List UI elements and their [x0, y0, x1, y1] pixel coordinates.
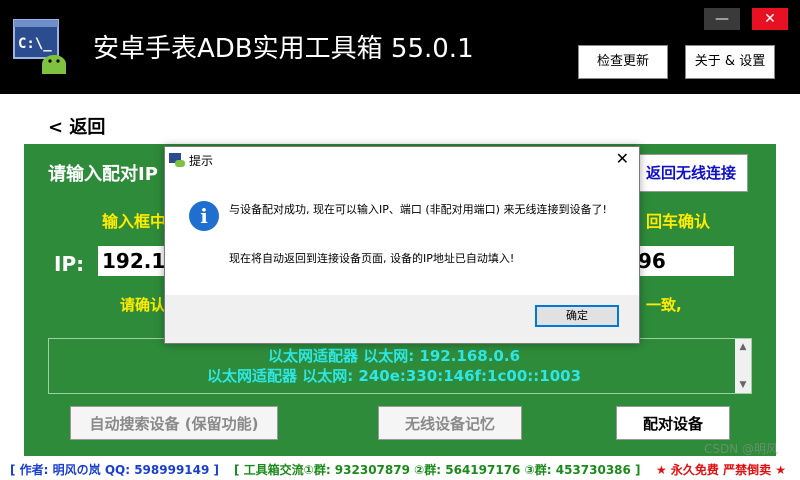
close-window-button[interactable]: ✕ — [752, 8, 788, 30]
adapter-line: 以太网适配器 以太网: 192.168.0.6 — [267, 347, 521, 365]
check-update-button[interactable]: 检查更新 — [578, 45, 668, 79]
dialog-message: 现在将自动返回到连接设备页面, 设备的IP地址已自动填入! — [229, 252, 515, 265]
scroll-down-icon[interactable]: ▼ — [735, 377, 751, 393]
info-icon: i — [189, 201, 219, 231]
terminal-android-icon: C:\_ — [12, 16, 70, 74]
svg-text:C:\_: C:\_ — [18, 36, 52, 52]
dialog-footer: 确定 — [165, 295, 639, 343]
title-bar: C:\_ 安卓手表ADB实用工具箱 55.0.1 — ✕ 检查更新 关于 & 设… — [0, 0, 800, 94]
app-small-icon — [169, 152, 185, 167]
scrollbar[interactable]: ▲ ▼ — [735, 339, 751, 393]
dialog-title-bar: 提示 ✕ — [165, 147, 639, 173]
dialog-close-icon[interactable]: ✕ — [616, 149, 629, 168]
prompt-label: 请输入配对IP — [48, 164, 158, 185]
input-hint-right: 回车确认 — [646, 212, 711, 231]
dialog-title: 提示 — [189, 154, 214, 168]
adapter-line: 以太网适配器 以太网: 240e:330:146f:1c00::1003 — [206, 367, 582, 385]
input-hint-left: 输入框中 — [102, 212, 167, 231]
ip-label: IP: — [54, 252, 85, 276]
back-link[interactable]: < 返回 — [48, 113, 105, 139]
free-notice: ★ 永久免费 严禁倒卖 ★ — [656, 463, 787, 477]
auto-search-button[interactable]: 自动搜索设备 (保留功能) — [70, 406, 278, 440]
author-info: [ 作者: 明风の岚 QQ: 598999149 ] — [10, 463, 220, 477]
confirm-hint-left: 请确认 — [120, 296, 166, 314]
return-wireless-button[interactable]: 返回无线连接 — [634, 154, 748, 192]
watermark: CSDN @明风 — [704, 442, 779, 456]
group-info: [ 工具箱交流①群: 932307879 ②群: 564197176 ③群: 4… — [234, 463, 641, 477]
minimize-button[interactable]: — — [704, 8, 740, 30]
dialog-message: 与设备配对成功, 现在可以输入IP、端口 (非配对用端口) 来无线连接到设备了! — [229, 203, 607, 216]
port-input[interactable]: 96 — [634, 246, 734, 276]
ok-button[interactable]: 确定 — [535, 305, 619, 327]
device-memory-button[interactable]: 无线设备记忆 — [378, 406, 522, 440]
about-settings-button[interactable]: 关于 & 设置 — [685, 45, 775, 79]
adapter-list[interactable]: 以太网适配器 以太网: 192.168.0.6 以太网适配器 以太网: 240e… — [48, 338, 752, 394]
message-dialog: 提示 ✕ i 与设备配对成功, 现在可以输入IP、端口 (非配对用端口) 来无线… — [164, 146, 640, 344]
footer: [ 作者: 明风の岚 QQ: 598999149 ] [ 工具箱交流①群: 93… — [0, 458, 800, 480]
confirm-hint-right: 一致, — [646, 296, 682, 314]
pair-device-button[interactable]: 配对设备 — [616, 406, 730, 440]
app-title: 安卓手表ADB实用工具箱 55.0.1 — [93, 34, 474, 64]
scroll-up-icon[interactable]: ▲ — [735, 339, 751, 355]
